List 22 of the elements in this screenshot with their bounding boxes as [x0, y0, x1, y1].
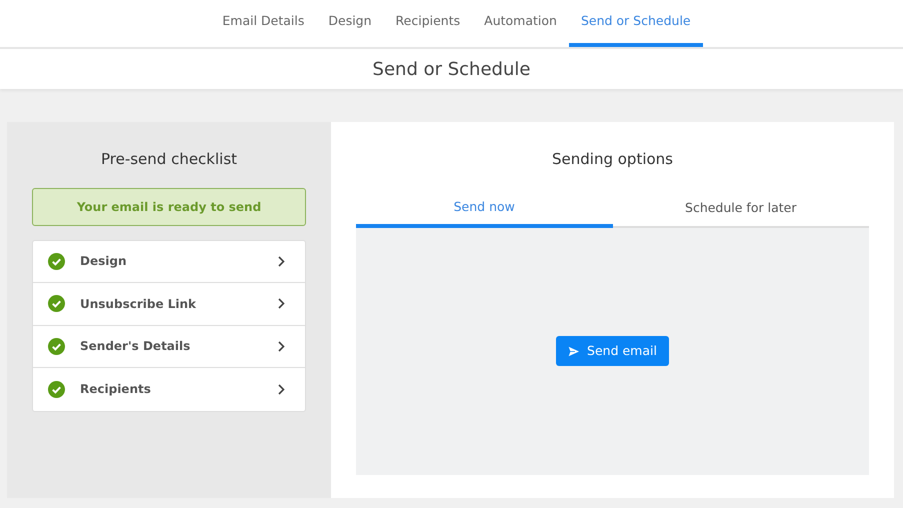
sending-options-title: Sending options [551, 149, 674, 170]
step-tab[interactable]: Automation [472, 0, 569, 47]
chevron-right-icon [278, 384, 285, 395]
checklist-label: Recipients [80, 381, 152, 398]
checklist-item[interactable]: Unsubscribe Link [33, 283, 305, 326]
checklist-item[interactable]: Design [33, 240, 305, 283]
chevron-right-icon [278, 298, 285, 310]
checklist-title: Pre-send checklist [100, 149, 238, 170]
checklist-item[interactable]: Sender's Details [33, 326, 305, 368]
step-tab[interactable]: Email Details [210, 0, 316, 47]
checklist-label: Unsubscribe Link [80, 296, 198, 313]
page-title: Send or Schedule [372, 58, 530, 82]
send-icon [568, 346, 580, 356]
checklist-label: Design [80, 253, 128, 270]
status-banner: Your email is ready to send [32, 188, 306, 226]
chevron-right-icon [278, 256, 285, 267]
send-email-button[interactable]: Send email [556, 336, 669, 366]
checklist-item[interactable]: Recipients [33, 368, 305, 410]
step-tab[interactable]: Recipients [384, 0, 472, 47]
chevron-right-icon [278, 340, 285, 352]
step-tab[interactable]: Design [316, 0, 384, 47]
checklist-label: Sender's Details [80, 338, 192, 356]
